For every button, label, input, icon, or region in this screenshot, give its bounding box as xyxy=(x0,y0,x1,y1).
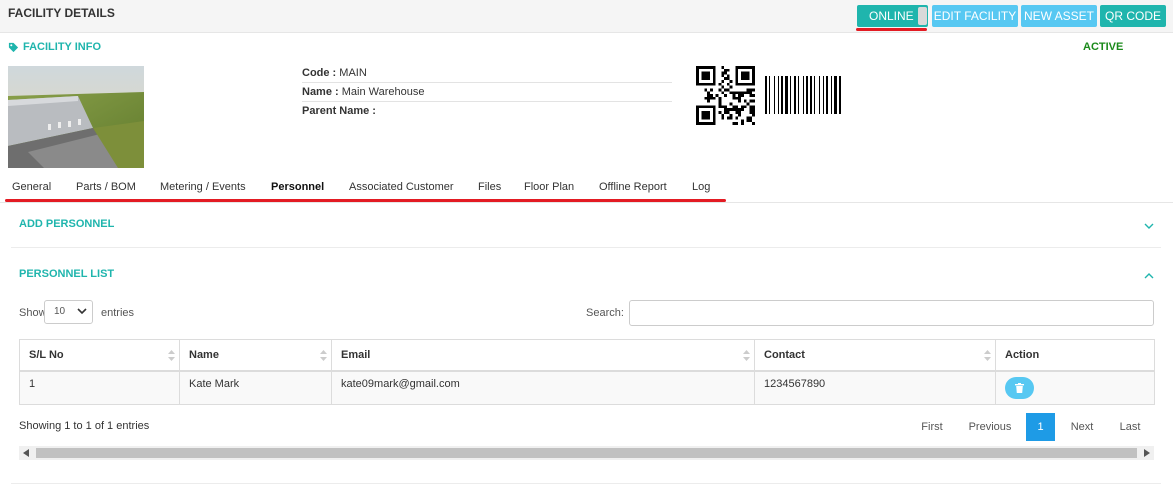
column-label: Action xyxy=(1005,348,1040,361)
qr-code-icon xyxy=(696,66,755,125)
cell-sl-no: 1 xyxy=(19,370,180,405)
detail-row-code: Code : MAIN xyxy=(302,64,672,83)
chevron-down-icon[interactable] xyxy=(1144,221,1154,231)
new-asset-button[interactable]: NEW ASSET xyxy=(1021,5,1097,27)
detail-row-name: Name : Main Warehouse xyxy=(302,83,672,102)
parent-name-label: Parent Name : xyxy=(302,105,376,117)
sort-icon xyxy=(168,350,175,361)
personnel-table: S/L No Name Email Contact Action 1 Kate … xyxy=(19,339,1155,405)
annotation-underline-tabs xyxy=(5,199,726,202)
sort-icon xyxy=(984,350,991,361)
search-input[interactable] xyxy=(629,300,1154,326)
entries-label: entries xyxy=(101,307,135,319)
code-value: MAIN xyxy=(339,67,367,79)
name-label: Name : xyxy=(302,86,339,98)
cell-contact: 1234567890 xyxy=(754,370,996,405)
top-bar: FACILITY DETAILS ONLINE EDIT FACILITY NE… xyxy=(0,0,1173,33)
pagination-previous[interactable]: Previous xyxy=(961,413,1019,441)
sort-icon xyxy=(743,350,750,361)
scroll-left-arrow[interactable] xyxy=(19,446,33,460)
tag-icon xyxy=(8,42,19,52)
bottom-divider xyxy=(11,483,1161,484)
edit-facility-button[interactable]: EDIT FACILITY xyxy=(932,5,1018,27)
entries-select[interactable]: 10 xyxy=(44,300,93,324)
code-label: Code : xyxy=(302,67,337,79)
cell-name: Kate Mark xyxy=(179,370,332,405)
tab-parts-bom[interactable]: Parts / BOM xyxy=(76,181,136,193)
annotation-underline-online xyxy=(856,28,927,31)
add-personnel-header[interactable]: ADD PERSONNEL xyxy=(19,218,114,230)
pagination-first[interactable]: First xyxy=(912,413,952,441)
column-label: Contact xyxy=(764,348,805,361)
tab-log[interactable]: Log xyxy=(692,181,710,193)
toggle-knob xyxy=(918,7,927,25)
entries-select-value: 10 xyxy=(54,306,66,317)
pagination-page-1[interactable]: 1 xyxy=(1026,413,1055,441)
column-label: Name xyxy=(189,348,219,361)
tab-associated-customer[interactable]: Associated Customer xyxy=(349,181,454,193)
delete-button[interactable] xyxy=(1005,376,1034,399)
showing-entries-info: Showing 1 to 1 of 1 entries xyxy=(19,420,150,432)
scrollbar-thumb[interactable] xyxy=(36,448,1137,458)
column-header-name[interactable]: Name xyxy=(179,339,332,372)
show-label: Show xyxy=(19,307,47,319)
column-label: S/L No xyxy=(29,348,64,361)
facility-info-title: FACILITY INFO xyxy=(23,41,102,53)
facility-info-header: FACILITY INFO xyxy=(8,41,101,53)
tab-metering-events[interactable]: Metering / Events xyxy=(160,181,246,193)
scroll-right-arrow[interactable] xyxy=(1140,446,1154,460)
name-value: Main Warehouse xyxy=(341,86,425,98)
column-header-action: Action xyxy=(995,339,1155,372)
barcode-icon xyxy=(765,76,885,114)
tab-general[interactable]: General xyxy=(12,181,51,193)
online-button-label: ONLINE xyxy=(869,9,914,23)
tab-offline-report[interactable]: Offline Report xyxy=(599,181,667,193)
page-title: FACILITY DETAILS xyxy=(8,6,115,20)
facility-photo xyxy=(8,66,144,168)
chevron-down-icon xyxy=(77,308,87,315)
trash-icon xyxy=(1015,382,1024,393)
table-header-row: S/L No Name Email Contact Action xyxy=(19,339,1155,372)
column-header-contact[interactable]: Contact xyxy=(754,339,996,372)
tab-files[interactable]: Files xyxy=(478,181,501,193)
search-label: Search: xyxy=(586,307,624,319)
table-row: 1 Kate Mark kate09mark@gmail.com 1234567… xyxy=(19,370,1155,405)
column-label: Email xyxy=(341,348,371,361)
tab-personnel[interactable]: Personnel xyxy=(271,181,324,193)
cell-action xyxy=(995,370,1155,405)
online-toggle-button[interactable]: ONLINE xyxy=(857,5,928,27)
status-badge: ACTIVE xyxy=(1083,41,1124,53)
sort-icon xyxy=(320,350,327,361)
tab-floor-plan[interactable]: Floor Plan xyxy=(524,181,574,193)
personnel-list-header[interactable]: PERSONNEL LIST xyxy=(19,268,114,280)
horizontal-scrollbar[interactable] xyxy=(19,446,1154,460)
column-header-email[interactable]: Email xyxy=(331,339,755,372)
qr-code-button[interactable]: QR CODE xyxy=(1100,5,1166,27)
panel-divider xyxy=(11,247,1161,248)
facility-details-list: Code : MAIN Name : Main Warehouse Parent… xyxy=(302,64,672,121)
pagination-next[interactable]: Next xyxy=(1062,413,1102,441)
detail-row-parent-name: Parent Name : xyxy=(302,102,672,121)
cell-email: kate09mark@gmail.com xyxy=(331,370,755,405)
chevron-up-icon[interactable] xyxy=(1144,271,1154,281)
pagination-last[interactable]: Last xyxy=(1110,413,1150,441)
column-header-sl-no[interactable]: S/L No xyxy=(19,339,180,372)
